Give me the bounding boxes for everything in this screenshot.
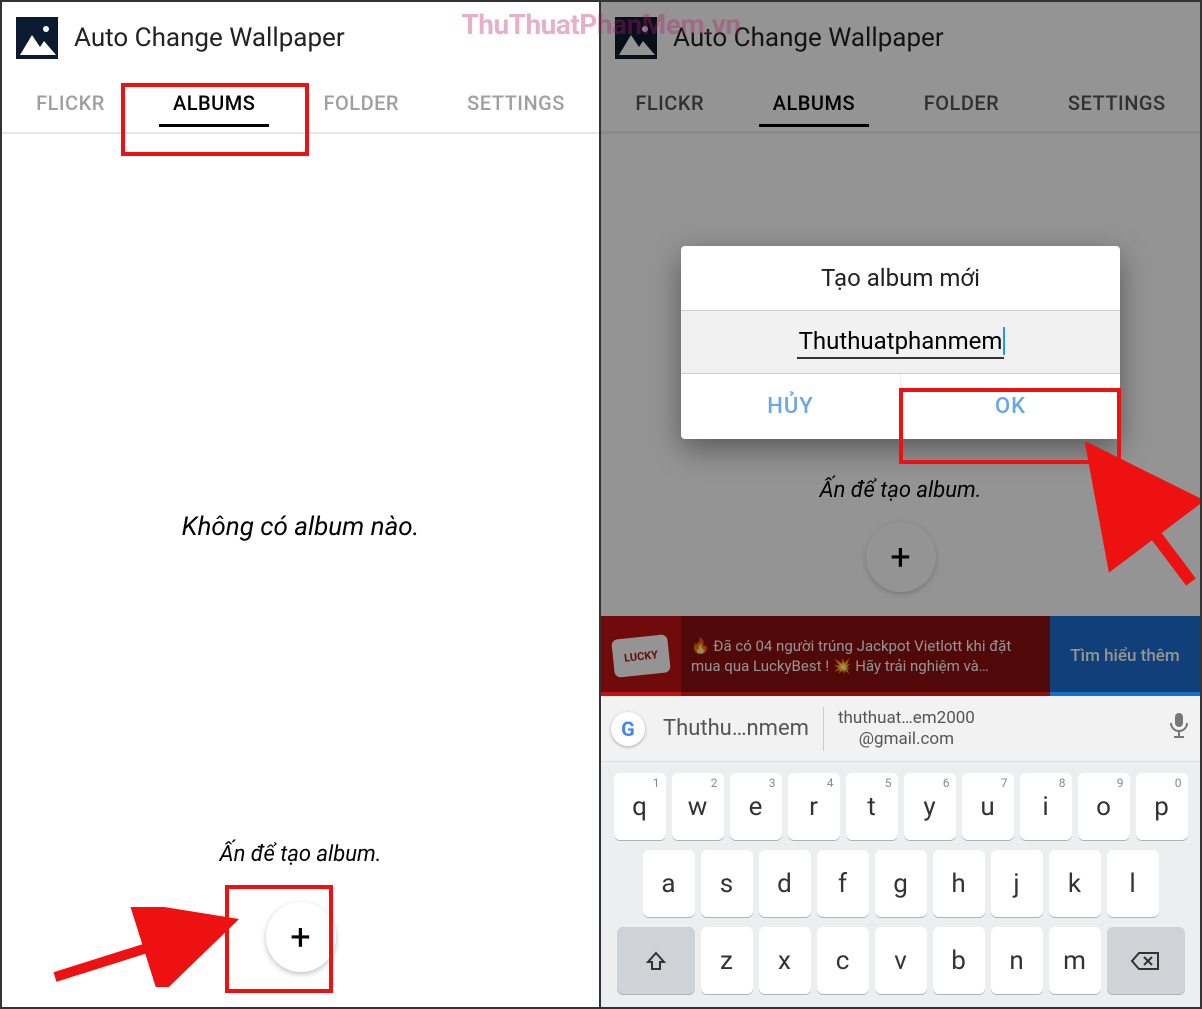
app-icon: [16, 17, 58, 59]
no-album-text: Không có album nào.: [182, 512, 420, 542]
key-f[interactable]: f: [817, 850, 869, 917]
add-album-fab[interactable]: +: [266, 902, 336, 972]
key-t[interactable]: t5: [846, 773, 898, 840]
key-i[interactable]: i8: [1020, 773, 1072, 840]
tab-flickr[interactable]: FLICKR: [28, 73, 113, 133]
key-r[interactable]: r4: [788, 773, 840, 840]
onscreen-keyboard: q1w2e3r4t5y6u7i8o9p0 asdfghjkl zxcvbnm: [601, 762, 1200, 1007]
dialog-title: Tạo album mới: [681, 246, 1120, 311]
key-b[interactable]: b: [933, 927, 985, 994]
key-c[interactable]: c: [817, 927, 869, 994]
suggestion-2[interactable]: thuthuat…em2000 @gmail.com: [830, 708, 983, 749]
key-y[interactable]: y6: [904, 773, 956, 840]
key-q[interactable]: q1: [614, 773, 666, 840]
key-j[interactable]: j: [991, 850, 1043, 917]
plus-icon: +: [290, 916, 310, 958]
right-pane: Auto Change Wallpaper FLICKR ALBUMS FOLD…: [601, 2, 1200, 1007]
key-s[interactable]: s: [701, 850, 753, 917]
left-content: Không có album nào. Ấn để tạo album. +: [2, 134, 599, 1007]
key-z[interactable]: z: [701, 927, 753, 994]
tab-albums[interactable]: ALBUMS: [165, 73, 263, 133]
keyboard-suggestion-bar: G Thuthu…nmem thuthuat…em2000 @gmail.com: [601, 696, 1200, 762]
suggestion-1[interactable]: Thuthu…nmem: [655, 716, 817, 741]
shift-key[interactable]: [617, 927, 695, 994]
mic-icon[interactable]: [1168, 711, 1190, 746]
key-x[interactable]: x: [759, 927, 811, 994]
key-w[interactable]: w2: [672, 773, 724, 840]
key-n[interactable]: n: [991, 927, 1043, 994]
tab-settings[interactable]: SETTINGS: [459, 73, 573, 133]
key-d[interactable]: d: [759, 850, 811, 917]
key-m[interactable]: m: [1049, 927, 1101, 994]
create-album-dialog: Tạo album mới Thuthuatphanmem HỦY OK: [681, 246, 1120, 439]
key-g[interactable]: g: [875, 850, 927, 917]
key-u[interactable]: u7: [962, 773, 1014, 840]
key-k[interactable]: k: [1049, 850, 1101, 917]
key-p[interactable]: p0: [1136, 773, 1188, 840]
key-o[interactable]: o9: [1078, 773, 1130, 840]
left-pane: Auto Change Wallpaper FLICKR ALBUMS FOLD…: [2, 2, 601, 1007]
ok-button[interactable]: OK: [900, 374, 1120, 439]
key-e[interactable]: e3: [730, 773, 782, 840]
tab-folder[interactable]: FOLDER: [315, 73, 407, 133]
key-l[interactable]: l: [1107, 850, 1159, 917]
google-icon[interactable]: G: [611, 712, 645, 746]
key-v[interactable]: v: [875, 927, 927, 994]
key-a[interactable]: a: [643, 850, 695, 917]
app-bar: Auto Change Wallpaper: [2, 2, 599, 74]
cancel-button[interactable]: HỦY: [681, 374, 900, 439]
app-title: Auto Change Wallpaper: [74, 23, 345, 53]
key-h[interactable]: h: [933, 850, 985, 917]
backspace-key[interactable]: [1107, 927, 1185, 994]
album-name-input[interactable]: Thuthuatphanmem: [797, 325, 1005, 359]
press-to-create-text: Ấn để tạo album.: [220, 842, 382, 867]
tab-bar: FLICKR ALBUMS FOLDER SETTINGS: [2, 74, 599, 134]
